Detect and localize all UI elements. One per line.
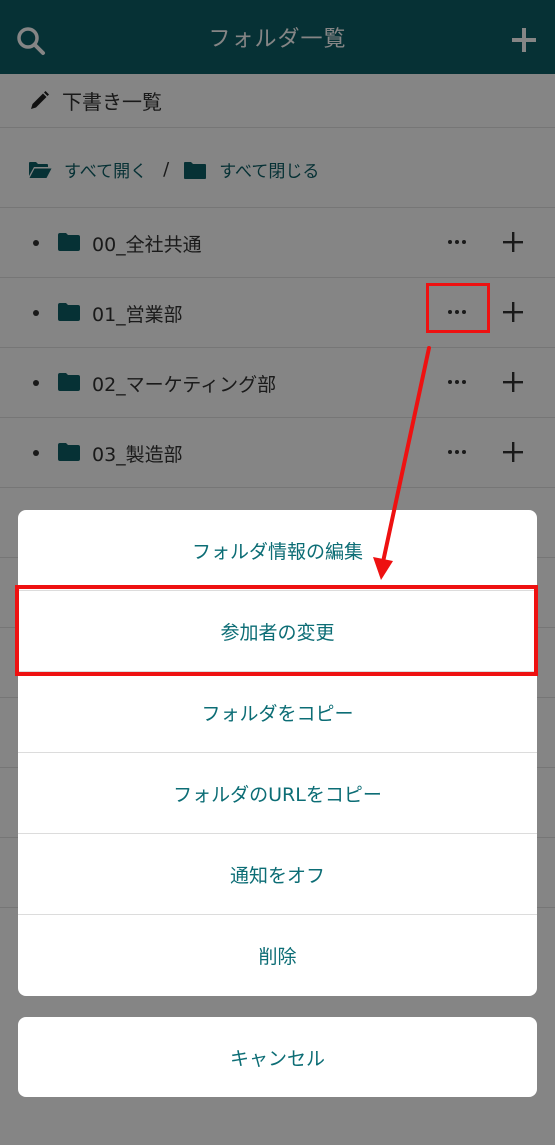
notifications-off-button[interactable]: 通知をオフ <box>18 834 537 915</box>
highlight-more-options <box>426 283 490 333</box>
copy-folder-button[interactable]: フォルダをコピー <box>18 672 537 753</box>
action-sheet: フォルダ情報の編集 参加者の変更 フォルダをコピー フォルダのURLをコピー 通… <box>18 510 537 996</box>
cancel-button[interactable]: キャンセル <box>18 1017 537 1097</box>
delete-button[interactable]: 削除 <box>18 915 537 996</box>
copy-folder-url-button[interactable]: フォルダのURLをコピー <box>18 753 537 834</box>
edit-folder-info-button[interactable]: フォルダ情報の編集 <box>18 510 537 591</box>
highlight-change-participants <box>15 585 538 676</box>
